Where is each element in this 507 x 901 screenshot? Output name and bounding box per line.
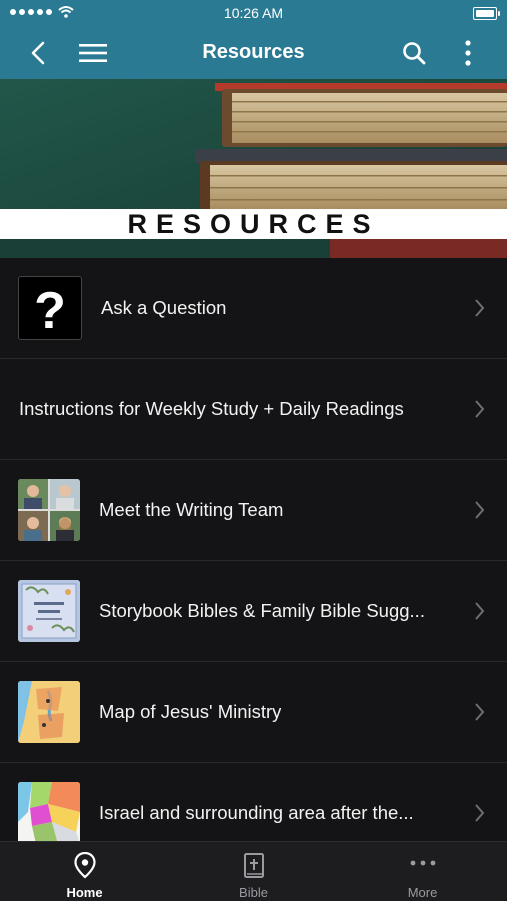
question-thumbnail: ? [18, 276, 82, 340]
chevron-right-icon [475, 703, 485, 721]
tab-home[interactable]: Home [0, 842, 169, 901]
list-item-label: Israel and surrounding area after the... [99, 802, 414, 823]
list-item-writing-team[interactable]: Meet the Writing Team [0, 460, 507, 561]
search-icon [403, 41, 426, 64]
status-time: 10:26 AM [223, 5, 284, 21]
list-item-label: Storybook Bibles & Family Bible Sugg... [99, 600, 425, 621]
question-mark-icon: ? [34, 282, 66, 339]
list-item-israel-area[interactable]: Israel and surrounding area after the... [0, 763, 507, 841]
tab-bible[interactable]: Bible [169, 842, 338, 901]
battery-icon [473, 7, 500, 20]
tab-more[interactable]: More [338, 842, 507, 901]
list-item-storybook-bibles[interactable]: Storybook Bibles & Family Bible Sugg... [0, 561, 507, 662]
more-options-button[interactable] [446, 26, 490, 79]
nav-bar: Resources [0, 26, 507, 79]
tab-bar: Home Bible More [0, 841, 507, 901]
chevron-right-icon [475, 804, 485, 822]
tab-label: Home [66, 885, 103, 900]
chevron-right-icon [475, 400, 485, 418]
svg-text:?: ? [34, 282, 66, 339]
tab-label: Bible [239, 885, 268, 900]
hero-banner: RESOURCES [0, 79, 507, 258]
list-item-label: Meet the Writing Team [99, 499, 284, 520]
chevron-right-icon [475, 299, 485, 317]
chevron-right-icon [475, 602, 485, 620]
list-item-map-ministry[interactable]: Map of Jesus' Ministry [0, 662, 507, 763]
list-item-label: Instructions for Weekly Study + Daily Re… [19, 398, 404, 419]
book-cover-image [18, 580, 80, 642]
resource-list: ? Ask a Question Instructions for Weekly… [0, 258, 507, 841]
storybook-thumbnail [18, 580, 80, 642]
color-map-image [18, 782, 80, 841]
tab-label: More [407, 885, 438, 900]
team-photos-image [18, 479, 80, 541]
hero-title: RESOURCES [0, 209, 507, 239]
list-item-label: Ask a Question [101, 297, 227, 318]
list-item-ask-question[interactable]: ? Ask a Question [0, 258, 507, 359]
search-button[interactable] [392, 26, 436, 79]
list-item-label: Map of Jesus' Ministry [99, 701, 282, 722]
team-thumbnail [18, 479, 80, 541]
map-thumbnail [18, 681, 80, 743]
status-bar: 10:26 AM [0, 0, 507, 26]
chevron-right-icon [475, 501, 485, 519]
list-item-instructions[interactable]: Instructions for Weekly Study + Daily Re… [0, 359, 507, 460]
bible-icon [243, 853, 264, 878]
location-pin-icon [73, 852, 96, 879]
vertical-dots-icon [465, 39, 471, 66]
map-image [18, 681, 80, 743]
israel-map-thumbnail [18, 782, 80, 841]
more-dots-icon [410, 860, 435, 866]
